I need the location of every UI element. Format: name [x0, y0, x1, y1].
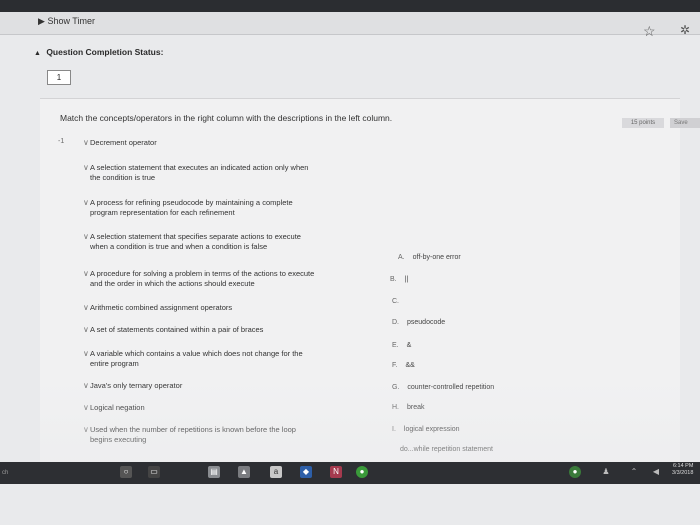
chevron-down-icon: ∨ — [83, 198, 89, 207]
chrome-icon[interactable]: ● — [356, 466, 368, 478]
dropbox-icon[interactable]: ◆ — [300, 466, 312, 478]
task-view-icon[interactable]: ▭ — [148, 466, 160, 478]
description-text: A process for refining pseudocode by mai… — [90, 198, 293, 217]
answer-option: C. — [392, 298, 407, 305]
description-text: A selection statement that executes an i… — [90, 163, 309, 182]
caret-up-icon: ▲ — [34, 50, 41, 57]
answer-option: B. || — [390, 276, 408, 283]
clock-date: 3/3/2018 — [672, 470, 694, 476]
match-row: ∨ A set of statements contained within a … — [58, 325, 263, 335]
question-prompt: Match the concepts/operators in the righ… — [60, 113, 393, 123]
answer-option: F. && — [392, 362, 415, 369]
timer-bar — [0, 12, 700, 35]
answer-option: D. pseudocode — [392, 319, 445, 326]
answer-letter: F. — [392, 362, 398, 369]
description-text: Decrement operator — [90, 138, 157, 147]
description-text: A procedure for solving a problem in ter… — [90, 269, 315, 288]
status-icon[interactable]: ● — [569, 466, 581, 478]
match-row: ∨ A procedure for solving a problem in te… — [58, 269, 314, 289]
taskbar-left-text: ch — [2, 470, 9, 476]
app-icon[interactable]: N — [330, 466, 342, 478]
description-text: A variable which contains a value which … — [90, 349, 303, 368]
tray-icons[interactable]: ⌃ — [628, 466, 640, 478]
answer-text: && — [405, 362, 415, 369]
taskbar-clock[interactable]: 6:14 PM 3/3/2018 — [672, 463, 693, 477]
volume-icon[interactable]: ◀ — [650, 466, 662, 478]
browser-top-edge — [0, 0, 700, 12]
answer-text: & — [406, 342, 412, 349]
description-text: A set of statements contained within a p… — [90, 325, 264, 334]
chevron-down-icon: ∨ — [83, 232, 89, 241]
answer-letter: A. — [398, 254, 405, 261]
match-row: ∨ A selection statement that executes an … — [58, 163, 308, 183]
answer-option: A. off-by-one error — [398, 254, 461, 261]
answer-text: off-by-one error — [412, 254, 461, 261]
match-row: ∨ Arithmetic combined assignment operator… — [58, 303, 232, 313]
answer-letter: D. — [392, 319, 399, 326]
triangle-right-icon: ▶ — [38, 16, 45, 26]
amazon-icon[interactable]: a — [270, 466, 282, 478]
clock-time: 6:14 PM — [672, 463, 694, 469]
question-completion-status[interactable]: ▲ Question Completion Status: — [34, 47, 163, 57]
chevron-down-icon: ∨ — [83, 269, 89, 278]
file-explorer-icon[interactable]: ▤ — [208, 466, 220, 478]
status-label: Question Completion Status: — [46, 47, 164, 57]
store-icon[interactable]: ▲ — [238, 466, 250, 478]
show-timer-link[interactable]: ▶ Show Timer — [38, 16, 95, 27]
favorites-icon[interactable]: ✲ — [680, 23, 690, 37]
answer-text: pseudocode — [407, 319, 446, 326]
description-text: A selection statement that specifies sep… — [90, 232, 301, 251]
points-badge: 15 points — [622, 118, 664, 128]
screen-glare — [0, 380, 700, 462]
match-row: ∨ A variable which contains a value which… — [58, 349, 303, 369]
star-icon[interactable]: ☆ — [643, 23, 656, 40]
answer-letter: E. — [392, 342, 399, 349]
save-answer-button[interactable]: Save — [670, 118, 700, 128]
match-row: -1 ∨ Decrement operator — [58, 138, 157, 148]
match-row: ∨ A process for refining pseudocode by ma… — [58, 198, 293, 218]
chevron-down-icon: ∨ — [83, 163, 89, 172]
answer-letter: C. — [392, 298, 399, 305]
question-number-box[interactable]: 1 — [47, 70, 71, 85]
person-icon[interactable]: ♟ — [600, 466, 612, 478]
match-row: ∨ A selection statement that specifies se… — [58, 232, 301, 252]
chevron-down-icon: ∨ — [83, 303, 89, 312]
description-text: Arithmetic combined assignment operators — [90, 303, 233, 312]
chevron-down-icon: ∨ — [83, 325, 89, 334]
chevron-down-icon: ∨ — [83, 138, 89, 147]
taskbar — [0, 462, 700, 484]
search-icon[interactable]: ○ — [120, 466, 132, 478]
answer-letter: B. — [390, 276, 397, 283]
answer-text: || — [404, 276, 409, 283]
answer-option: E. & — [392, 342, 411, 349]
show-timer-label: Show Timer — [47, 16, 95, 26]
browser-screen: ▶ Show Timer ☆ ✲ ▲ Question Completion S… — [0, 0, 700, 525]
chevron-down-icon: ∨ — [83, 349, 89, 358]
